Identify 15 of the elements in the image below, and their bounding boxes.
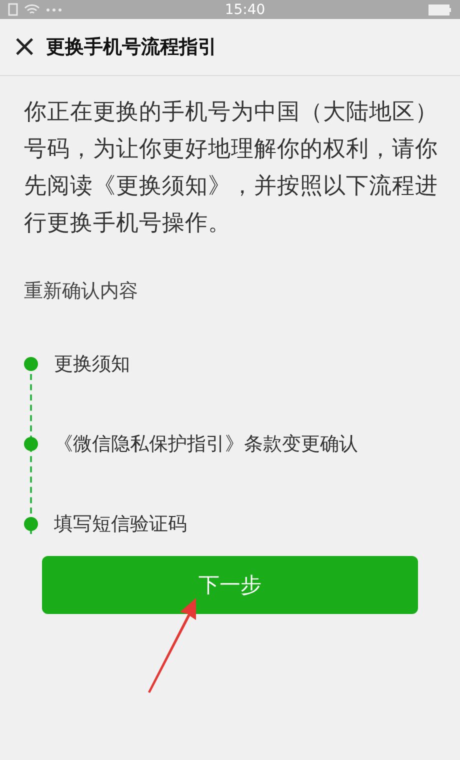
intro-paragraph: 你正在更换的手机号为中国（大陆地区）号码，为让你更好地理解你的权利，请你先阅读《更换须知》，并按照以下流程进行更换手机号操作。 [24,98,438,238]
wifi-icon [24,4,40,16]
more-icon [46,8,62,12]
step-dot [24,357,38,371]
page-title: 更换手机号流程指引 [46,35,217,60]
section-title: 重新确认内容 [24,279,139,304]
step-dot [24,437,38,451]
battery-icon [428,4,452,16]
step-label: 填写短信验证码 [54,512,187,537]
sim-icon [8,3,18,16]
step-label: 《微信隐私保护指引》条款变更确认 [54,432,358,457]
step-dot [24,517,38,531]
status-time: 15:40 [224,2,266,18]
close-button[interactable]: × [12,32,36,62]
step-label: 更换须知 [54,352,130,377]
